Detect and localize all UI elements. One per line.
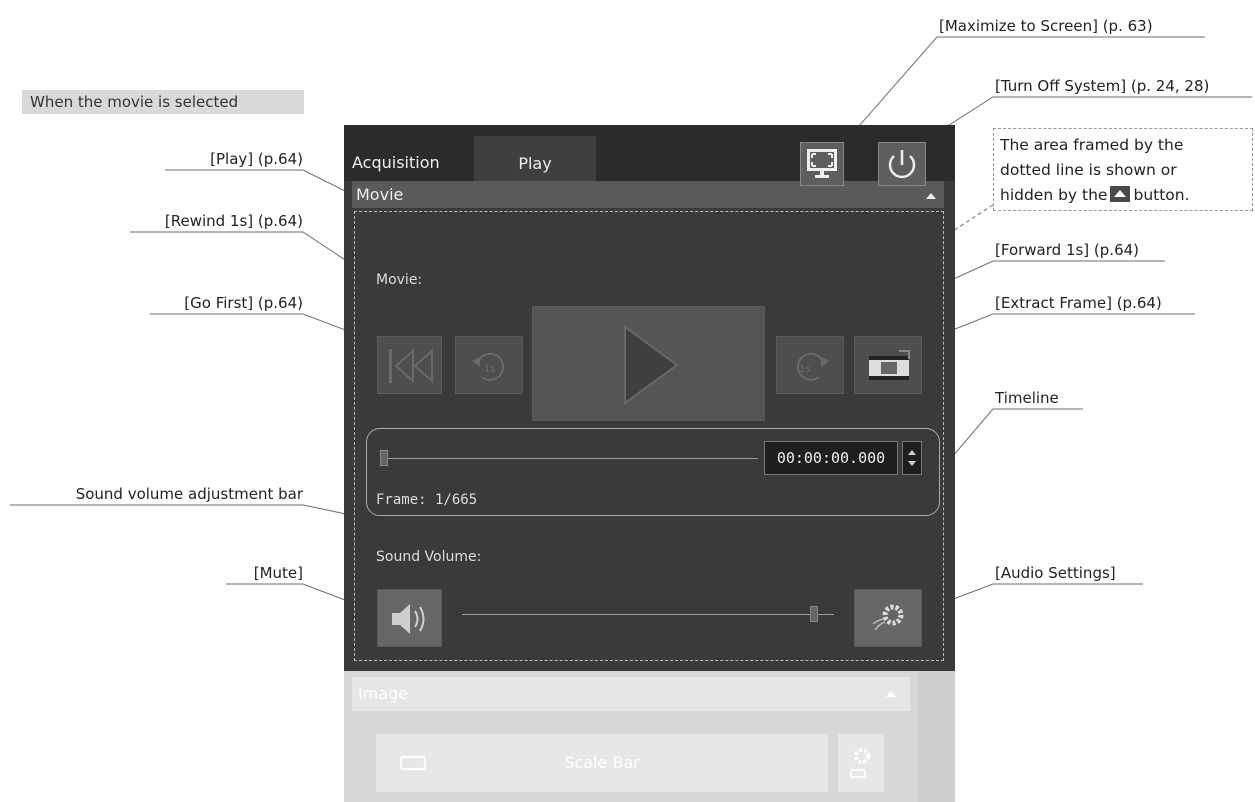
mute-button[interactable] [377, 589, 442, 647]
timeline-slider-thumb[interactable] [380, 450, 388, 466]
annotation-rewind: [Rewind 1s] (p.64) [164, 212, 303, 230]
maximize-icon [807, 149, 837, 178]
annotation-turn-off: [Turn Off System] (p. 24, 28) [995, 77, 1210, 95]
movie-section-header[interactable]: Movie [352, 181, 944, 208]
scale-bar-settings-button[interactable] [838, 734, 884, 792]
volume-track[interactable] [462, 614, 834, 615]
annotation-mute: [Mute] [253, 564, 303, 582]
leader-timeline [940, 408, 1083, 471]
scale-bar-button[interactable]: Scale Bar [376, 734, 828, 792]
turn-off-system-button[interactable] [878, 142, 926, 186]
time-spinner[interactable] [902, 441, 922, 475]
annotation-maximize: [Maximize to Screen] (p. 63) [939, 17, 1153, 35]
go-first-button[interactable] [377, 336, 442, 394]
extract-frame-button[interactable] [854, 336, 922, 394]
timeline-track[interactable] [380, 458, 758, 459]
annotation-audio-settings: [Audio Settings] [995, 564, 1116, 582]
note-line-1: The area framed by the [1000, 136, 1184, 154]
selection-state-label: When the movie is selected [22, 90, 304, 114]
movie-section-title: Movie [356, 185, 404, 204]
svg-text:1s: 1s [484, 364, 496, 375]
note-line-3b: button. [1133, 186, 1190, 204]
play-panel: Acquisition Play Movie Movie: 1s 1s 00:0… [344, 125, 955, 802]
forward-1s-button[interactable]: 1s [776, 336, 844, 394]
rewind-1s-button[interactable]: 1s [455, 336, 523, 394]
scale-bar-icon [400, 756, 426, 770]
annotation-volume-bar: Sound volume adjustment bar [75, 485, 303, 503]
gear-icon [872, 604, 904, 631]
movie-label: Movie: [376, 272, 423, 288]
spinner-arrows-icon [908, 450, 916, 466]
maximize-to-screen-button[interactable] [800, 142, 844, 186]
rewind-1s-icon: 1s [472, 352, 505, 381]
film-frame-icon [869, 350, 910, 380]
audio-settings-button[interactable] [854, 589, 922, 647]
frame-counter: Frame: 1/665 [376, 492, 478, 508]
play-button[interactable] [532, 306, 765, 421]
collapse-up-icon[interactable] [926, 193, 936, 199]
collapse-triangle-icon [1110, 186, 1131, 202]
time-input[interactable]: 00:00:00.000 [764, 441, 898, 475]
volume-slider-thumb[interactable] [810, 606, 818, 622]
power-icon [888, 150, 916, 179]
note-line-2: dotted line is shown or [1000, 161, 1177, 179]
forward-1s-icon: 1s [796, 352, 829, 381]
sound-volume-label: Sound Volume: [376, 549, 482, 565]
annotation-play: [Play] (p.64) [210, 150, 303, 168]
annotation-timeline: Timeline [995, 389, 1059, 407]
note-line-3: hidden by the button. [1000, 183, 1246, 208]
scale-bar-label: Scale Bar [564, 753, 640, 772]
speaker-icon [392, 604, 425, 634]
annotation-go-first: [Go First] (p.64) [184, 294, 303, 312]
annotation-forward: [Forward 1s] (p.64) [995, 241, 1140, 259]
play-icon [624, 325, 679, 405]
image-section-header[interactable]: Image [352, 677, 910, 711]
go-first-icon [389, 348, 433, 384]
scale-bar-settings-icon [850, 748, 870, 778]
image-collapse-up-icon[interactable] [886, 691, 896, 697]
panel-scrollbar[interactable] [918, 671, 955, 802]
dotted-area-note: The area framed by the dotted line is sh… [993, 128, 1253, 211]
svg-text:1s: 1s [799, 364, 811, 375]
tab-acquisition[interactable]: Acquisition [344, 146, 474, 181]
image-section-title: Image [358, 684, 409, 703]
note-line-3a: hidden by the [1000, 186, 1108, 204]
annotation-extract: [Extract Frame] (p.64) [995, 294, 1162, 312]
tab-play[interactable]: Play [474, 136, 596, 181]
